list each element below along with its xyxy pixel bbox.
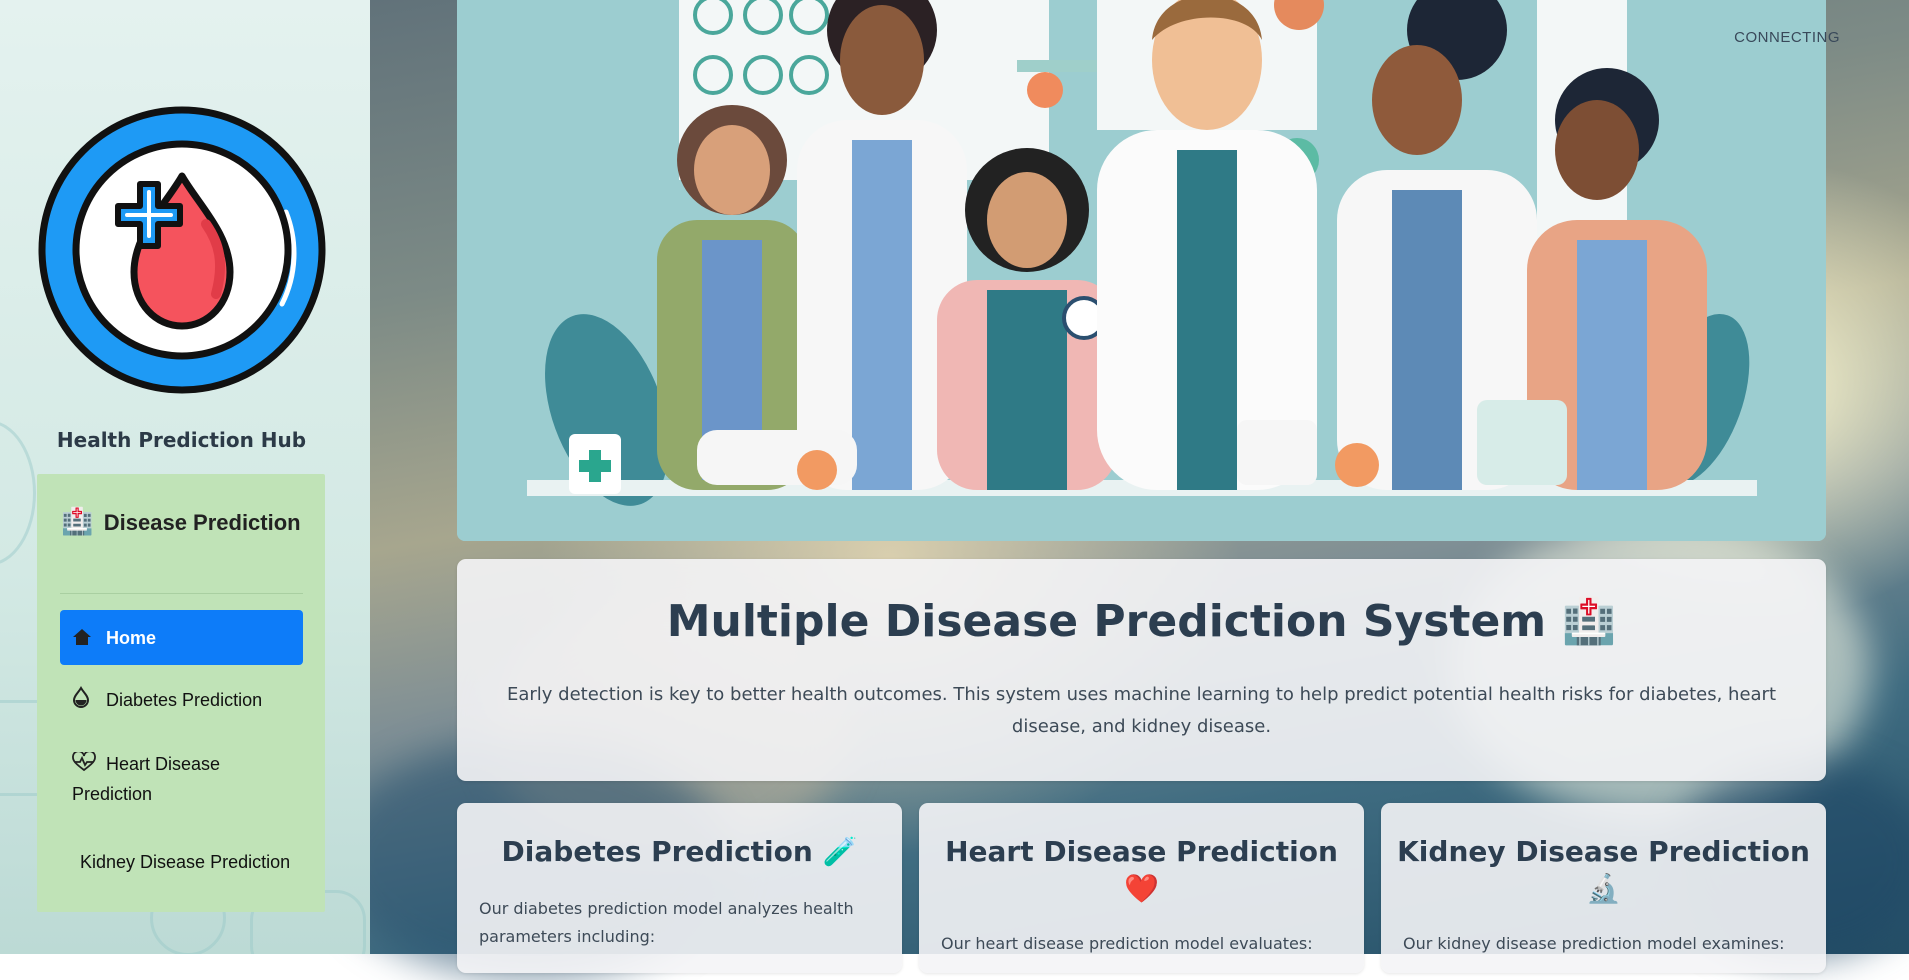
card-description: Our diabetes prediction model analyzes h…: [479, 899, 854, 946]
house-icon: [72, 628, 94, 651]
sidebar: Health Prediction Hub 🏥 Disease Predictio…: [0, 0, 370, 954]
card-kidney-disease: Kidney Disease Prediction 🔬 Our kidney d…: [1381, 803, 1826, 973]
page-title-text: Multiple Disease Prediction System: [666, 596, 1547, 647]
menu-title: 🏥 Disease Prediction: [37, 504, 325, 540]
menu-item-kidney-disease[interactable]: Kidney Disease Prediction: [60, 852, 303, 873]
microscope-icon: 🔬: [1586, 872, 1621, 905]
heart-pulse-icon: [72, 750, 96, 780]
test-tube-icon: 🧪: [822, 835, 858, 868]
hospital-icon: 🏥: [61, 506, 94, 536]
page-description: Early detection is key to better health …: [506, 684, 1777, 737]
app-logo-icon: [36, 104, 328, 396]
intro-panel: Multiple Disease Prediction System 🏥 Ear…: [457, 559, 1826, 781]
card-title-text: Diabetes Prediction: [501, 835, 813, 868]
card-title: Heart Disease Prediction ❤️: [919, 833, 1364, 907]
card-title-text: Kidney Disease Prediction: [1397, 835, 1810, 868]
connection-status: CONNECTING: [1734, 29, 1840, 46]
hospital-icon: 🏥: [1561, 596, 1617, 647]
menu-item-diabetes[interactable]: Diabetes Prediction: [60, 686, 303, 713]
menu-item-label: Home: [106, 628, 157, 648]
card-heart-disease: Heart Disease Prediction ❤️ Our heart di…: [919, 803, 1364, 973]
hero-illustration: [457, 0, 1826, 541]
menu-item-home[interactable]: Home: [60, 610, 303, 665]
menu-item-label: Kidney Disease Prediction: [80, 852, 291, 872]
droplet-icon: [72, 686, 94, 713]
card-diabetes: Diabetes Prediction 🧪 Our diabetes predi…: [457, 803, 902, 973]
card-title: Kidney Disease Prediction 🔬: [1381, 833, 1826, 907]
page-title: Multiple Disease Prediction System 🏥: [457, 595, 1826, 647]
heart-icon: ❤️: [1124, 872, 1159, 905]
menu-item-heart-disease[interactable]: Heart Disease Prediction: [60, 750, 303, 808]
menu-item-label: Diabetes Prediction: [106, 690, 263, 710]
card-title-text: Heart Disease Prediction: [945, 835, 1338, 868]
card-title: Diabetes Prediction 🧪: [457, 833, 902, 871]
navigation-menu: 🏥 Disease Prediction Home Diabetes Predic…: [37, 474, 325, 912]
menu-divider: [60, 593, 303, 594]
menu-title-text: Disease Prediction: [103, 510, 301, 535]
app-title: Health Prediction Hub: [56, 428, 307, 452]
